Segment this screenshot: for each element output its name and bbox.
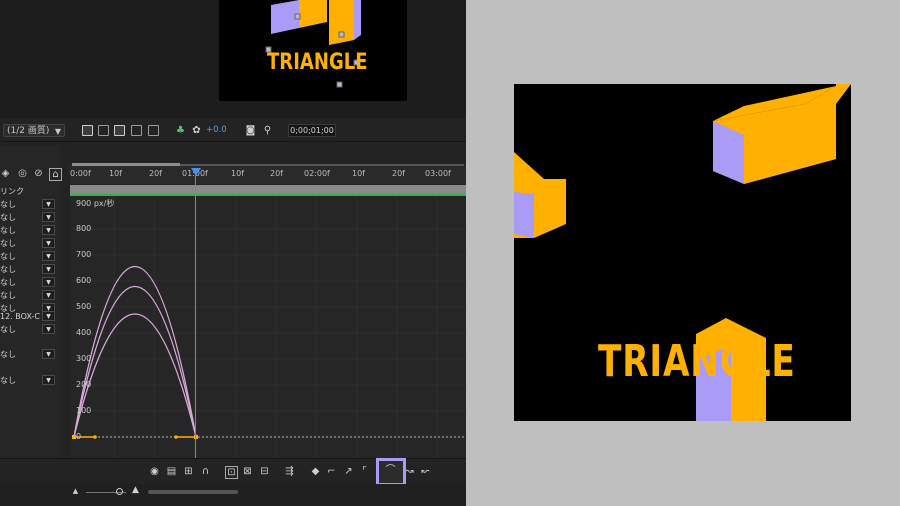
ruler-tick: 10f — [231, 169, 244, 178]
chevron-down-icon: ▼ — [54, 127, 61, 136]
graph-editor[interactable]: 900 px/秒 800 700 600 500 400 300 200 100… — [70, 196, 466, 460]
chevron-down-icon[interactable]: ▼ — [42, 264, 55, 274]
graph-y-tick: 100 — [76, 406, 92, 415]
easy-ease-out-icon[interactable]: ↜ — [420, 466, 431, 477]
parent-link-header: リンク — [0, 187, 24, 196]
after-effects-window: TRIANGLE (1/2 画質) ▼ ♣ ✿ +0.0 ◙ ⚲ 0;00;01… — [0, 0, 466, 506]
zoom-in-icon[interactable]: ▲ — [130, 485, 141, 496]
ruler-tick: 20f — [270, 169, 283, 178]
timeline-panel: ◈ ◎ ⊘ ⌂ リンク なし ▼ なし ▼ なし ▼ なし ▼ なし ▼ なし … — [0, 146, 466, 460]
layer-parent-value: なし — [0, 239, 16, 248]
ruler-tick: 03:00f — [425, 169, 451, 178]
hold-icon[interactable]: ⌐ — [326, 466, 337, 477]
grid-guides-icon[interactable] — [148, 125, 159, 136]
graph-y-tick: 500 — [76, 302, 92, 311]
fit-view-icon[interactable]: ⊟ — [259, 466, 270, 477]
show-snapshot-icon[interactable]: ⚲ — [262, 125, 273, 136]
composition-frame: TRIANGLE — [219, 0, 407, 101]
ruler-tick: 10f — [352, 169, 365, 178]
chevron-down-icon[interactable]: ▼ — [42, 238, 55, 248]
layer-parent-value: なし — [0, 350, 16, 359]
layer-parent-value: なし — [0, 278, 16, 287]
zoom-bar: ▲ ▲ — [0, 484, 466, 506]
chevron-down-icon[interactable]: ▼ — [42, 225, 55, 235]
graph-y-tick: 400 — [76, 328, 92, 337]
separate-dimensions-icon[interactable]: ⇶ — [284, 466, 295, 477]
transform-box-icon[interactable]: ⊞ — [183, 466, 194, 477]
fit-all-icon[interactable]: ⊠ — [242, 466, 253, 477]
ruler-tick: 02:00f — [304, 169, 330, 178]
resolution-label: (1/2 画質) — [7, 126, 50, 136]
preview-title-text: TRIANGLE — [598, 336, 796, 387]
graph-y-tick: 700 — [76, 250, 92, 259]
auto-bezier-icon[interactable]: ↗ — [343, 466, 354, 477]
exposure-value[interactable]: +0.0 — [206, 124, 227, 137]
time-ruler[interactable]: 0:00f 10f 20f 01:00f 10f 20f 02:00f 10f … — [70, 166, 466, 184]
playhead-marker-icon[interactable] — [191, 168, 201, 176]
reset-exposure-icon[interactable]: ✿ — [191, 125, 202, 136]
speed-curve — [73, 285, 197, 438]
chevron-down-icon[interactable]: ▼ — [42, 290, 55, 300]
link-icon[interactable]: ⊘ — [33, 168, 44, 179]
playhead-line[interactable] — [195, 172, 196, 460]
viewer-toolbar: (1/2 画質) ▼ ♣ ✿ +0.0 ◙ ⚲ 0;00;01;00 — [0, 121, 466, 142]
lock-icon[interactable]: ◎ — [17, 168, 28, 179]
mask-visibility-icon[interactable] — [131, 125, 142, 136]
zoom-slider-handle[interactable] — [116, 488, 123, 495]
chevron-down-icon[interactable]: ▼ — [42, 349, 55, 359]
ruler-tick: 20f — [392, 169, 405, 178]
snap-icon[interactable]: ∩ — [200, 466, 211, 477]
layer-parent-value: 12. BOX-C — [0, 312, 40, 321]
chevron-down-icon[interactable]: ▼ — [42, 212, 55, 222]
linear-icon[interactable]: ⌜ — [359, 466, 370, 477]
graph-unit-label: 900 px/秒 — [76, 199, 115, 208]
layer-parent-value: なし — [0, 325, 16, 334]
eye-icon[interactable]: ◉ — [149, 466, 160, 477]
ruler-tick: 0:00f — [70, 169, 91, 178]
work-area-bar[interactable] — [70, 185, 466, 194]
easy-ease-icon: ⌒ — [385, 465, 396, 476]
solo-icon[interactable]: ◈ — [0, 168, 11, 179]
chevron-down-icon[interactable]: ▼ — [42, 251, 55, 261]
chevron-down-icon[interactable]: ▼ — [42, 324, 55, 334]
graph-y-tick: 300 — [76, 354, 92, 363]
layer-column: ◈ ◎ ⊘ ⌂ リンク なし ▼ なし ▼ なし ▼ なし ▼ なし ▼ なし … — [0, 146, 62, 460]
fit-selection-icon[interactable]: ⊡ — [225, 466, 238, 479]
graph-toggle-icon[interactable]: ⌂ — [49, 168, 62, 181]
speed-curve — [73, 313, 197, 438]
zoom-out-icon[interactable]: ▲ — [70, 486, 81, 497]
easy-ease-button-highlight[interactable]: ⌒ — [376, 458, 406, 486]
layer-parent-value: なし — [0, 200, 16, 209]
comp-title-text: TRIANGLE — [267, 50, 368, 75]
chevron-down-icon[interactable]: ▼ — [42, 277, 55, 287]
composition-viewer[interactable]: TRIANGLE — [0, 0, 466, 118]
preview-frame: TRIANGLE — [514, 84, 851, 421]
timecode-display[interactable]: 0;00;01;00 — [288, 124, 336, 137]
graph-y-tick: 800 — [76, 224, 92, 233]
snapshot-icon[interactable]: ◙ — [245, 125, 256, 136]
chevron-down-icon[interactable]: ▼ — [42, 199, 55, 209]
layer-parent-value: なし — [0, 376, 16, 385]
graph-svg — [70, 196, 466, 460]
chevron-down-icon[interactable]: ▼ — [42, 311, 55, 321]
layer-parent-value: なし — [0, 213, 16, 222]
layer-parent-value: なし — [0, 252, 16, 261]
region-of-interest-icon[interactable] — [114, 125, 125, 136]
ruler-tick: 10f — [109, 169, 122, 178]
keyframe-convert-icon[interactable]: ◆ — [310, 466, 321, 477]
graph-y-tick: 200 — [76, 380, 92, 389]
layer-parent-value: なし — [0, 226, 16, 235]
layer-parent-value: なし — [0, 291, 16, 300]
fast-preview-icon[interactable] — [82, 125, 93, 136]
graph-y-tick: 600 — [76, 276, 92, 285]
graph-type-icon[interactable]: ▤ — [166, 466, 177, 477]
resolution-dropdown[interactable]: (1/2 画質) ▼ — [3, 124, 65, 137]
ruler-tick: 20f — [149, 169, 162, 178]
horizontal-scrollbar[interactable] — [148, 490, 238, 494]
graph-y-tick: 0 — [76, 432, 82, 441]
transparency-grid-icon[interactable] — [98, 125, 109, 136]
layer-parent-value: なし — [0, 265, 16, 274]
color-channels-icon[interactable]: ♣ — [175, 125, 186, 136]
chevron-down-icon[interactable]: ▼ — [42, 375, 55, 385]
